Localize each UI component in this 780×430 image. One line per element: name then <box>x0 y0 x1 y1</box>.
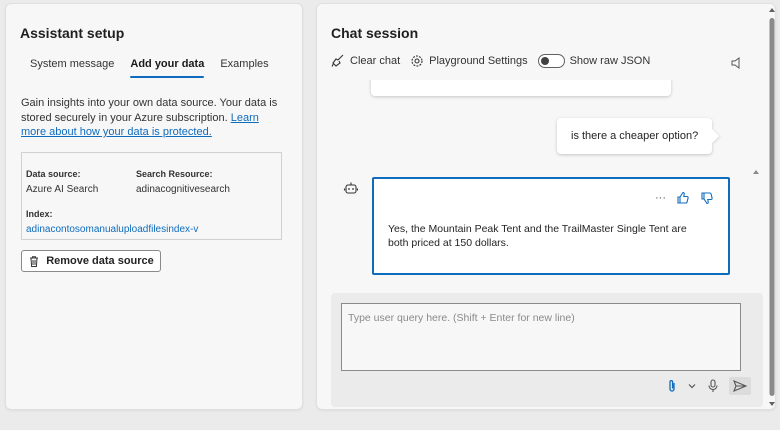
assistant-setup-title: Assistant setup <box>20 25 125 41</box>
input-actions <box>667 377 751 395</box>
tab-add-your-data[interactable]: Add your data <box>122 58 212 78</box>
assistant-setup-panel: Assistant setup System message Add your … <box>5 3 303 410</box>
trash-icon <box>28 255 40 268</box>
index-label: Index: <box>26 209 53 219</box>
assistant-message-bubble: ··· Yes, the Mountain Peak Tent and the … <box>372 177 730 275</box>
chat-toolbar: Clear chat Playground Settings Show raw … <box>331 54 660 68</box>
raw-json-switch-knob <box>540 57 549 65</box>
user-message-bubble: is there a cheaper option? <box>557 118 713 154</box>
chat-session-title: Chat session <box>331 25 419 41</box>
send-icon[interactable] <box>729 377 751 395</box>
search-resource-value: adinacognitivesearch <box>136 184 230 195</box>
remove-data-source-label: Remove data source <box>46 255 154 267</box>
chat-messages: is there a cheaper option? ··· Yes, the … <box>327 80 759 288</box>
speaker-icon[interactable] <box>730 56 742 70</box>
user-message-text: is there a cheaper option? <box>571 130 699 142</box>
microphone-icon[interactable] <box>707 379 719 393</box>
user-query-input[interactable] <box>341 303 741 371</box>
bot-icon <box>343 180 359 196</box>
chat-scrollbar[interactable] <box>751 162 759 288</box>
show-raw-json-toggle[interactable]: Show raw JSON <box>537 54 651 68</box>
add-data-description: Gain insights into your own data source.… <box>21 96 281 140</box>
playground-settings-label: Playground Settings <box>429 55 528 67</box>
chat-input-area <box>331 293 763 407</box>
assistant-message-text: Yes, the Mountain Peak Tent and the Trai… <box>388 223 687 249</box>
message-actions: ··· <box>655 191 714 205</box>
more-options-button[interactable]: ··· <box>655 192 666 204</box>
paperclip-icon[interactable] <box>667 379 677 393</box>
clear-chat-label: Clear chat <box>350 55 401 67</box>
search-resource-label: Search Resource: <box>136 169 213 179</box>
data-source-value: Azure AI Search <box>26 184 99 195</box>
chevron-down-icon[interactable] <box>687 381 697 391</box>
playground-settings-button[interactable]: Playground Settings <box>410 54 528 68</box>
broom-icon <box>331 54 345 68</box>
setup-tabs: System message Add your data Examples <box>22 58 277 78</box>
page-scrollbar[interactable] <box>767 6 777 410</box>
clear-chat-button[interactable]: Clear chat <box>331 54 400 68</box>
data-source-summary: Data source: Azure AI Search Search Reso… <box>21 152 282 240</box>
raw-json-switch[interactable] <box>537 54 565 68</box>
remove-data-source-button[interactable]: Remove data source <box>21 250 161 272</box>
thumbs-down-icon[interactable] <box>700 191 714 205</box>
chat-session-panel: Chat session Clear chat Playground Setti… <box>316 3 776 410</box>
show-raw-json-label: Show raw JSON <box>569 55 651 67</box>
data-source-label: Data source: <box>26 169 81 179</box>
thumbs-up-icon[interactable] <box>676 191 690 205</box>
index-value[interactable]: adinacontosomanualuploadfilesindex-v <box>26 224 198 235</box>
previous-message-bubble <box>371 80 671 96</box>
tab-examples[interactable]: Examples <box>212 58 276 76</box>
tab-system-message[interactable]: System message <box>22 58 122 76</box>
gear-icon <box>410 54 424 68</box>
